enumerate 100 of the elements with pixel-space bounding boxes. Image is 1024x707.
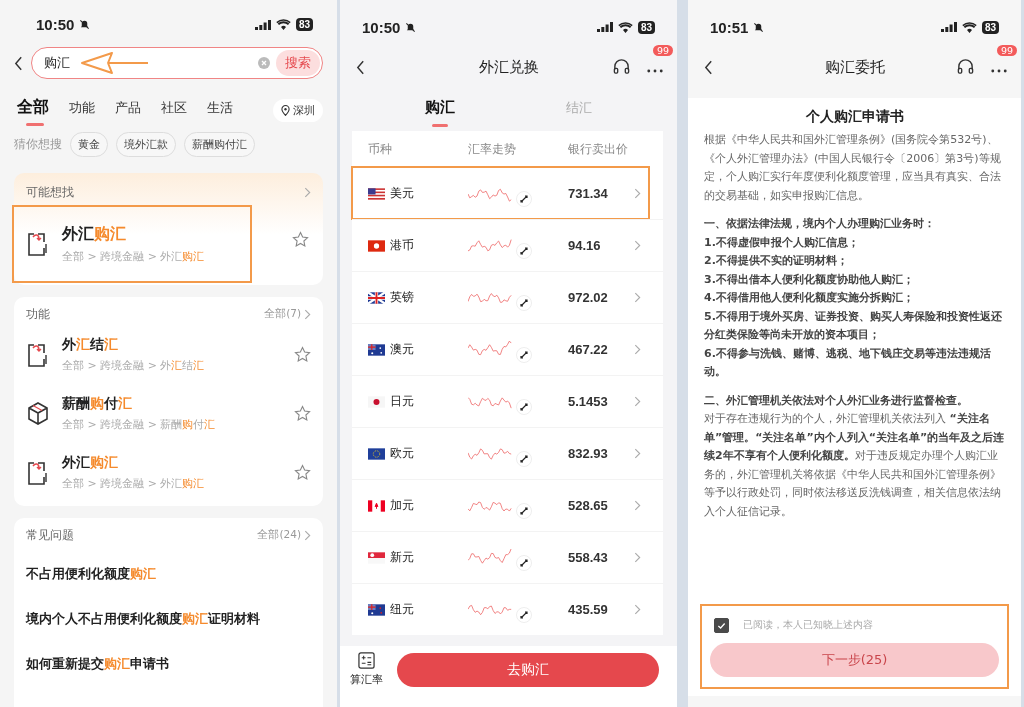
currency-row[interactable]: 日元 5.1453 bbox=[352, 375, 663, 427]
faq-question[interactable]: 境内个人不占用便利化额度购汇证明材料 bbox=[26, 611, 311, 628]
currency-row[interactable]: 英镑 972.02 bbox=[352, 271, 663, 323]
more-icon[interactable] bbox=[991, 68, 1007, 73]
suggestion-label: 猜你想搜 bbox=[14, 137, 62, 152]
status-time: 10:51 bbox=[710, 18, 749, 36]
document-arrow-icon bbox=[26, 459, 50, 486]
section-title: 功能 bbox=[26, 305, 50, 323]
agreement-label: 已阅读，本人已知晓上述内容 bbox=[743, 619, 873, 632]
location-chip[interactable]: 深圳 bbox=[273, 99, 323, 122]
document-paragraph: 1.不得虚假申报个人购汇信息； bbox=[704, 234, 860, 251]
headset-icon[interactable] bbox=[612, 57, 631, 77]
star-icon[interactable] bbox=[294, 405, 311, 422]
chevron-right-icon bbox=[634, 292, 641, 303]
chevron-right-icon bbox=[634, 396, 641, 407]
chevron-right-icon bbox=[634, 552, 641, 563]
document-paragraph: 对于存在违规行为的个人，外汇管理机关依法列入 “关注名单”管理。“关注名单”内个人列入“关注名单”的当年及之后连续2年不享有个人便利化额度。对于违反规定办理个人购汇业务的，外汇管理机关将依据《中华人民共和国外汇管理条例》等予以行政处罚，同时依法移送反洗钱调查，相关信息依法纳入个人征信记录。 bbox=[704, 411, 1005, 520]
result-item[interactable]: 薪酬购付汇 全部 > 跨境金融 > 薪酬购付汇 bbox=[26, 384, 311, 443]
sell-price: 558.43 bbox=[568, 550, 609, 565]
agree-checkbox[interactable] bbox=[714, 618, 729, 633]
battery-level: 83 bbox=[637, 20, 655, 34]
flag-icon bbox=[368, 239, 385, 252]
chevron-right-icon bbox=[634, 344, 641, 355]
battery-level: 83 bbox=[295, 18, 313, 31]
flag-icon bbox=[368, 551, 385, 564]
result-item[interactable]: 外汇结汇 全部 > 跨境金融 > 外汇结汇 bbox=[26, 325, 311, 384]
flag-icon bbox=[368, 395, 385, 408]
category-tab[interactable]: 功能 bbox=[61, 94, 103, 127]
location-pin-icon bbox=[281, 105, 290, 116]
expand-icon[interactable] bbox=[516, 294, 532, 311]
column-header: 汇率走势 bbox=[468, 141, 517, 157]
currency-name: 新元 bbox=[390, 549, 414, 566]
expand-icon[interactable] bbox=[516, 398, 532, 415]
category-tab[interactable]: 生活 bbox=[199, 94, 241, 127]
buy-button[interactable]: 去购汇 bbox=[397, 652, 659, 687]
back-icon[interactable] bbox=[704, 59, 713, 75]
status-time: 10:50 bbox=[36, 16, 75, 33]
column-header: 银行卖出价 bbox=[568, 141, 628, 157]
flag-icon bbox=[368, 291, 385, 304]
calculator-label[interactable]: 算汇率 bbox=[350, 672, 383, 687]
result-title: 外汇购汇 bbox=[62, 454, 119, 472]
sell-price: 94.16 bbox=[568, 238, 602, 253]
currency-row[interactable]: 美元 731.34 bbox=[352, 167, 649, 219]
document-paragraph: 3.不得出借本人便利化额度协助他人购汇； bbox=[704, 271, 915, 288]
back-icon[interactable] bbox=[356, 59, 365, 75]
result-item[interactable]: 外汇购汇 全部 > 跨境金融 > 外汇购汇 bbox=[26, 443, 311, 502]
notification-badge: 99 bbox=[997, 44, 1018, 56]
expand-icon[interactable] bbox=[516, 606, 532, 623]
faq-question[interactable]: 如何重新提交购汇申请书 bbox=[26, 656, 311, 673]
calculator-icon[interactable] bbox=[358, 652, 375, 669]
flag-icon bbox=[368, 343, 385, 356]
expand-icon[interactable] bbox=[516, 554, 532, 571]
result-item[interactable]: 外汇购汇 全部 > 跨境金融 > 外汇购汇 bbox=[14, 207, 250, 281]
expand-icon[interactable] bbox=[516, 346, 532, 363]
section-title: 常见问题 bbox=[26, 526, 74, 544]
bell-muted-icon bbox=[79, 19, 91, 30]
document-paragraph: 二、外汇管理机关依法对个人外汇业务进行监督检查。 bbox=[704, 392, 969, 409]
chevron-right-icon bbox=[634, 448, 641, 459]
document-paragraph: 根据《中华人民共和国外汇管理条例》(国务院令第532号)、《个人外汇管理办法》(中国人民银行令〔2006〕第3号)等规定，个人购汇实行年度便利化额度管理，应当具有真实、合法的交易基础，如实申报购汇信息。 bbox=[704, 132, 1002, 204]
expand-icon[interactable] bbox=[516, 502, 532, 519]
expand-icon[interactable] bbox=[516, 190, 532, 207]
check-icon bbox=[717, 621, 726, 630]
currency-name: 澳元 bbox=[390, 341, 414, 358]
signal-icon bbox=[254, 19, 271, 30]
suggestion-chip[interactable]: 境外汇款 bbox=[116, 132, 176, 157]
expand-icon[interactable] bbox=[516, 242, 532, 259]
bell-muted-icon bbox=[405, 21, 417, 33]
back-icon[interactable] bbox=[14, 55, 23, 71]
faq-question[interactable]: 不占用便利化额度购汇 bbox=[26, 566, 311, 583]
category-tab[interactable]: 产品 bbox=[107, 94, 149, 127]
star-icon[interactable] bbox=[294, 464, 311, 481]
page-title: 外汇兑换 bbox=[478, 57, 539, 77]
more-icon[interactable] bbox=[647, 68, 663, 73]
currency-row[interactable]: 港币 94.16 bbox=[352, 219, 663, 271]
currency-row[interactable]: 欧元 832.93 bbox=[352, 427, 663, 479]
section-title: 可能想找 bbox=[26, 183, 74, 201]
category-tab[interactable]: 全部 bbox=[14, 93, 57, 128]
document-title: 个人购汇申请书 bbox=[805, 108, 904, 126]
headset-icon[interactable] bbox=[956, 57, 975, 77]
suggestion-chip[interactable]: 黄金 bbox=[70, 132, 108, 157]
sell-price: 832.93 bbox=[568, 446, 609, 461]
currency-row[interactable]: 澳元 467.22 bbox=[352, 323, 663, 375]
sell-price: 5.1453 bbox=[568, 394, 609, 409]
currency-name: 美元 bbox=[390, 185, 414, 202]
flag-icon bbox=[368, 603, 385, 616]
result-title: 薪酬购付汇 bbox=[62, 395, 133, 413]
exchange-tab[interactable]: 购汇 bbox=[415, 92, 466, 129]
currency-row[interactable]: 加元 528.65 bbox=[352, 479, 663, 531]
currency-row[interactable]: 纽元 435.59 bbox=[352, 583, 663, 635]
sell-price: 435.59 bbox=[568, 602, 609, 617]
suggestion-chip[interactable]: 薪酬购付汇 bbox=[184, 132, 255, 157]
flag-icon bbox=[368, 187, 385, 200]
star-icon[interactable] bbox=[294, 346, 311, 363]
chevron-right-icon bbox=[304, 308, 311, 320]
star-icon[interactable] bbox=[292, 231, 309, 248]
category-tab[interactable]: 社区 bbox=[153, 94, 195, 127]
expand-icon[interactable] bbox=[516, 450, 532, 467]
sell-price: 467.22 bbox=[568, 342, 609, 357]
sell-price: 731.34 bbox=[568, 186, 609, 201]
currency-row[interactable]: 新元 558.43 bbox=[352, 531, 663, 583]
